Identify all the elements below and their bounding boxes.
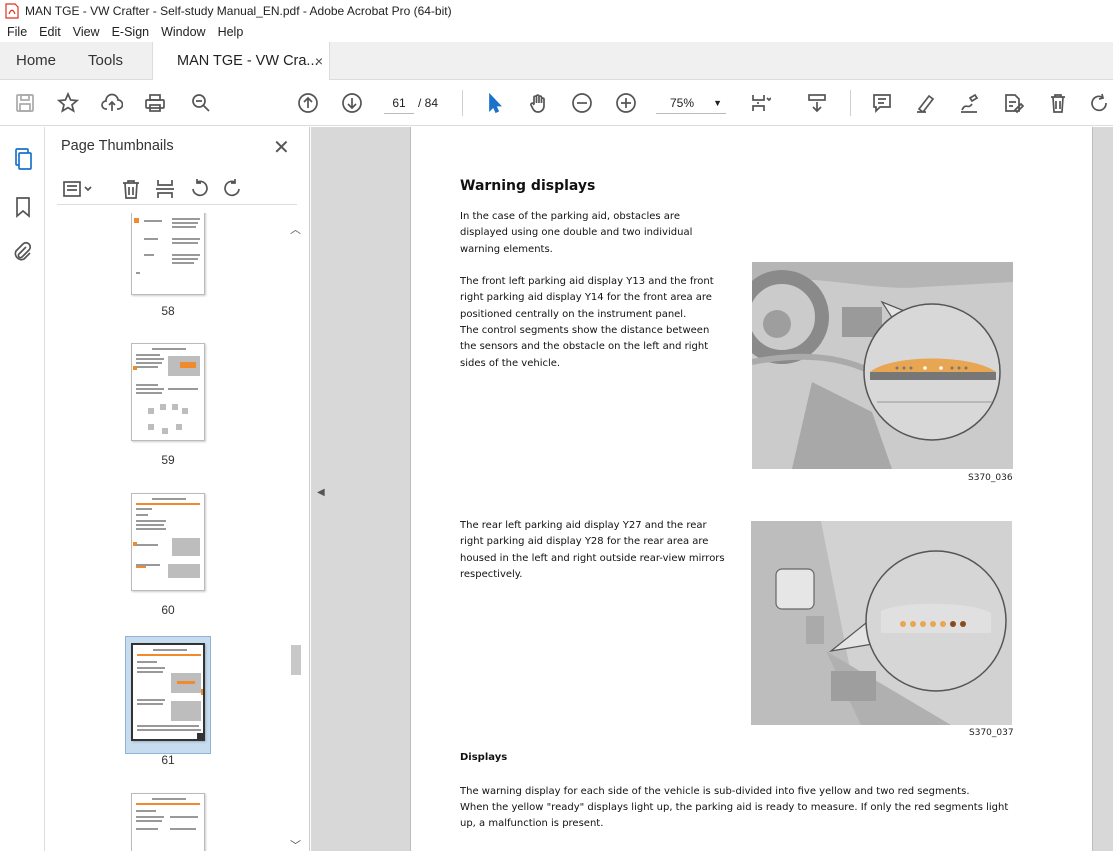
paragraph: In the case of the parking aid, obstacle… bbox=[460, 211, 693, 255]
menu-view[interactable]: View bbox=[73, 25, 100, 39]
thumbnail-page[interactable] bbox=[131, 493, 205, 591]
rotate-icon[interactable] bbox=[1088, 91, 1112, 115]
paragraph: The front left parking aid display Y13 a… bbox=[460, 276, 714, 320]
collapse-panel-icon[interactable]: ◀ bbox=[317, 487, 325, 498]
figure-caption: S370_037 bbox=[969, 728, 1014, 738]
panel-title: Page Thumbnails bbox=[61, 138, 174, 154]
panel-toolbar bbox=[57, 175, 297, 205]
page-total: / 84 bbox=[418, 96, 439, 110]
document-view[interactable]: ◀ Warning displays In the case of the pa… bbox=[311, 127, 1113, 851]
rotate-right-icon[interactable] bbox=[221, 177, 245, 201]
menu-help[interactable]: Help bbox=[218, 25, 244, 39]
highlight-pen-icon[interactable] bbox=[913, 91, 937, 115]
window-title: MAN TGE - VW Crafter - Self-study Manual… bbox=[25, 4, 452, 18]
menu-edit[interactable]: Edit bbox=[39, 25, 61, 39]
attachment-icon[interactable] bbox=[11, 240, 35, 264]
tab-bar: Home Tools MAN TGE - VW Cra... × bbox=[0, 42, 1113, 81]
next-page-icon[interactable] bbox=[340, 91, 364, 115]
bookmark-icon[interactable] bbox=[11, 195, 35, 219]
hand-tool-icon[interactable] bbox=[526, 91, 550, 115]
tab-home[interactable]: Home bbox=[0, 42, 72, 79]
toolbar-divider bbox=[462, 90, 463, 116]
paragraph: The control segments show the distance b… bbox=[460, 325, 710, 369]
thumbnail-label: 61 bbox=[161, 753, 175, 767]
comment-icon[interactable] bbox=[870, 91, 894, 115]
page-heading: Warning displays bbox=[460, 178, 596, 194]
figure-rear-view-mirror bbox=[751, 521, 1012, 725]
bookmark-star-icon[interactable] bbox=[56, 91, 80, 115]
acrobat-icon bbox=[5, 3, 19, 19]
insert-pages-icon[interactable] bbox=[153, 177, 177, 201]
rotate-left-icon[interactable] bbox=[187, 177, 211, 201]
menu-esign[interactable]: E-Sign bbox=[112, 25, 150, 39]
upload-cloud-icon[interactable] bbox=[100, 91, 124, 115]
thumbnail-page[interactable] bbox=[131, 213, 205, 295]
print-icon[interactable] bbox=[143, 91, 167, 115]
title-bar: MAN TGE - VW Crafter - Self-study Manual… bbox=[0, 0, 1113, 22]
zoom-in-icon[interactable] bbox=[614, 91, 638, 115]
page-fit-icon[interactable] bbox=[748, 91, 772, 115]
tab-tools[interactable]: Tools bbox=[72, 42, 139, 79]
delete-page-icon[interactable] bbox=[1046, 91, 1070, 115]
paragraph: The rear left parking aid display Y27 an… bbox=[460, 520, 725, 580]
page-thumbnails-icon[interactable] bbox=[11, 147, 35, 171]
previous-page-icon[interactable] bbox=[296, 91, 320, 115]
paragraph: When the yellow "ready" displays light u… bbox=[460, 802, 1009, 830]
zoom-out-icon[interactable] bbox=[570, 91, 594, 115]
select-cursor-icon[interactable] bbox=[482, 91, 506, 115]
pdf-page: Warning displays In the case of the park… bbox=[410, 127, 1093, 851]
thumbnail-label: 60 bbox=[161, 603, 175, 617]
figure-instrument-panel bbox=[752, 262, 1013, 469]
fill-sign-icon[interactable] bbox=[957, 91, 981, 115]
navigation-pane-strip bbox=[0, 127, 45, 851]
close-panel-icon[interactable]: ✕ bbox=[273, 135, 290, 160]
close-tab-icon[interactable]: × bbox=[315, 42, 323, 80]
thumbnails-panel: Page Thumbnails ✕ 58 59 60 61 ︿ ﹀ bbox=[45, 127, 310, 852]
zoom-search-icon[interactable] bbox=[189, 91, 213, 115]
delete-pages-icon[interactable] bbox=[119, 177, 143, 201]
page-number-input[interactable]: 61 bbox=[384, 92, 414, 114]
thumbnail-page-current[interactable] bbox=[131, 643, 205, 741]
thumbnail-page[interactable] bbox=[131, 793, 205, 851]
scroll-mode-icon[interactable] bbox=[805, 91, 829, 115]
save-icon[interactable] bbox=[13, 91, 37, 115]
chevron-down-icon: ▼ bbox=[713, 98, 722, 108]
thumbnail-label: 59 bbox=[161, 453, 175, 467]
tab-document[interactable]: MAN TGE - VW Cra... × bbox=[152, 42, 330, 81]
scroll-up-icon[interactable]: ︿ bbox=[290, 221, 301, 237]
thumbnail-page[interactable] bbox=[131, 343, 205, 441]
zoom-select[interactable]: 75% ▼ bbox=[656, 92, 726, 114]
menu-file[interactable]: File bbox=[7, 25, 27, 39]
thumbnail-list: 58 59 60 61 bbox=[45, 213, 290, 851]
toolbar: 61 / 84 75% ▼ bbox=[0, 80, 1113, 126]
tab-document-label: MAN TGE - VW Cra... bbox=[177, 53, 319, 69]
paragraph: The warning display for each side of the… bbox=[460, 786, 970, 797]
figure-caption: S370_036 bbox=[968, 473, 1013, 483]
thumbnail-scrollbar[interactable]: ︿ ﹀ bbox=[288, 213, 304, 852]
toolbar-divider bbox=[850, 90, 851, 116]
edit-pdf-icon[interactable] bbox=[1001, 91, 1025, 115]
menu-window[interactable]: Window bbox=[161, 25, 205, 39]
thumbnail-label: 58 bbox=[161, 304, 175, 318]
thumbnail-options-icon[interactable] bbox=[61, 177, 95, 201]
section-heading: Displays bbox=[460, 752, 508, 763]
zoom-value: 75% bbox=[670, 96, 695, 110]
scrollbar-thumb[interactable] bbox=[291, 645, 301, 675]
menu-bar: File Edit View E-Sign Window Help bbox=[0, 22, 1113, 42]
